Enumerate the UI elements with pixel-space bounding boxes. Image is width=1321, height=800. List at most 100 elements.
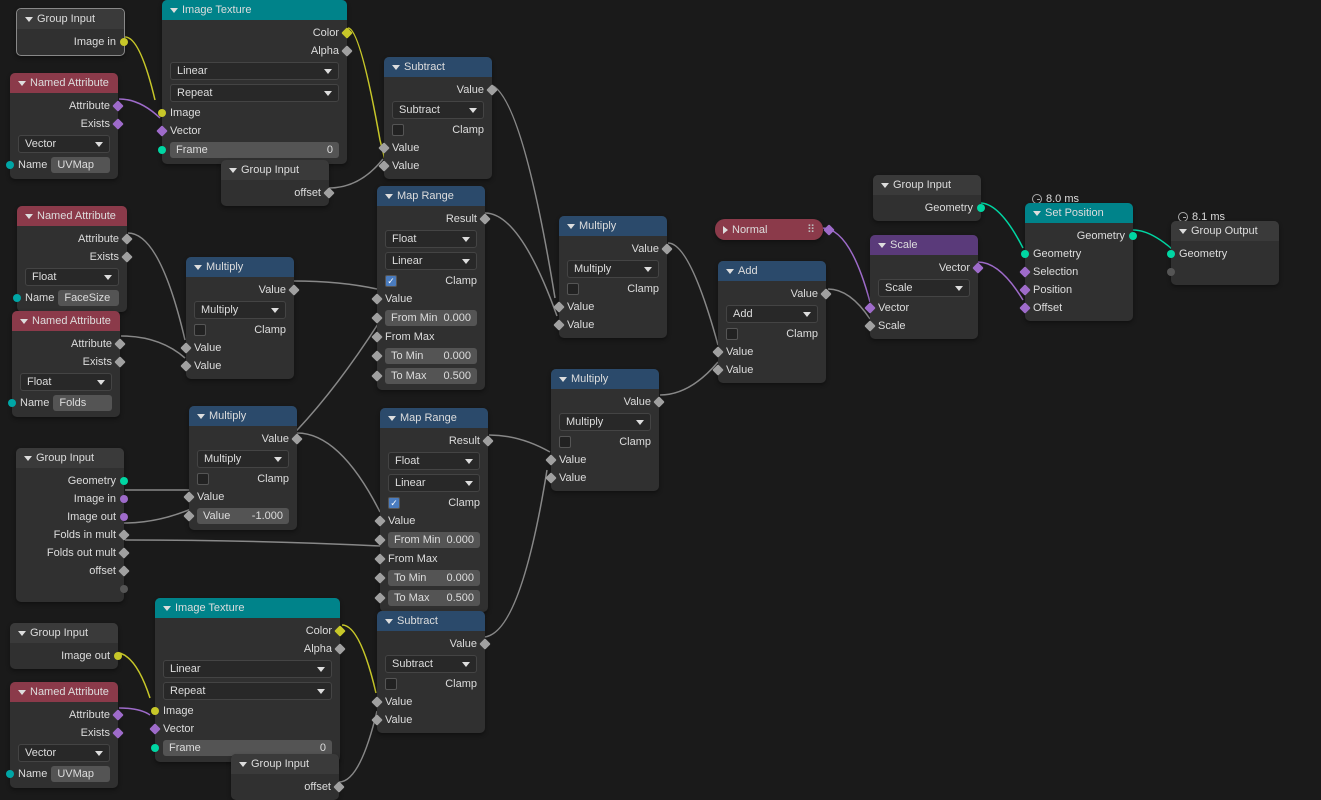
collapse-icon[interactable] <box>385 619 393 624</box>
op-select[interactable]: Multiply <box>567 260 659 278</box>
collapse-icon[interactable] <box>18 631 26 636</box>
node-normal[interactable]: Normal⠿ <box>715 219 823 240</box>
node-header[interactable]: Group Input <box>231 754 339 774</box>
name-field[interactable]: UVMap <box>51 157 110 173</box>
output-socket[interactable] <box>977 204 985 212</box>
input-socket[interactable] <box>371 370 382 381</box>
output-socket[interactable] <box>112 709 123 720</box>
node-group-input[interactable]: Group Input Image out <box>10 623 118 669</box>
node-header[interactable]: Multiply <box>186 257 294 277</box>
output-socket[interactable] <box>341 45 352 56</box>
collapse-icon[interactable] <box>1179 229 1187 234</box>
output-socket[interactable] <box>1129 232 1137 240</box>
dtype-select[interactable]: Float <box>385 230 477 248</box>
input-socket[interactable] <box>371 293 382 304</box>
node-set-position[interactable]: Set Position Geometry Geometry Selection… <box>1025 203 1133 321</box>
node-header[interactable]: Group Input <box>873 175 981 195</box>
output-socket[interactable] <box>479 213 490 224</box>
node-header[interactable]: Map Range <box>377 186 485 206</box>
node-math-multiply[interactable]: Multiply Value Multiply Clamp Value Valu… <box>551 369 659 491</box>
input-socket[interactable] <box>158 109 166 117</box>
itype-select[interactable]: Linear <box>388 474 480 492</box>
node-header[interactable]: Group Input <box>17 9 124 29</box>
output-socket[interactable] <box>118 529 129 540</box>
node-group-input[interactable]: Group Input Image in <box>16 8 125 56</box>
node-group-input[interactable]: Group Input Geometry Image in Image out … <box>16 448 124 602</box>
op-select[interactable]: Multiply <box>559 413 651 431</box>
input-socket[interactable] <box>371 350 382 361</box>
input-socket[interactable] <box>13 294 21 302</box>
output-socket[interactable] <box>112 100 123 111</box>
node-header[interactable]: Scale <box>870 235 978 255</box>
type-select[interactable]: Vector <box>18 135 110 153</box>
output-socket[interactable] <box>118 565 129 576</box>
interp-select[interactable]: Linear <box>163 660 332 678</box>
node-group-input[interactable]: Group Input offset <box>221 160 329 206</box>
input-socket[interactable] <box>180 360 191 371</box>
collapse-icon[interactable] <box>25 17 33 22</box>
value-field[interactable]: Value-1.000 <box>197 508 289 524</box>
clamp-checkbox[interactable] <box>385 275 397 287</box>
from-min-field[interactable]: From Min0.000 <box>385 310 477 326</box>
drag-icon[interactable]: ⠿ <box>807 223 815 236</box>
node-named-attribute[interactable]: Named Attribute Attribute Exists Float N… <box>12 311 120 417</box>
node-math-multiply[interactable]: Multiply Value Multiply Clamp Value Valu… <box>189 406 297 530</box>
op-select[interactable]: Multiply <box>194 301 286 319</box>
clamp-checkbox[interactable] <box>567 283 579 295</box>
type-select[interactable]: Float <box>20 373 112 391</box>
output-socket[interactable] <box>114 338 125 349</box>
input-socket[interactable] <box>378 160 389 171</box>
name-field[interactable]: UVMap <box>51 766 110 782</box>
input-socket[interactable] <box>1019 302 1030 313</box>
input-socket[interactable] <box>371 714 382 725</box>
collapse-icon[interactable] <box>726 269 734 274</box>
output-socket[interactable] <box>112 727 123 738</box>
from-min-field[interactable]: From Min0.000 <box>388 532 480 548</box>
dtype-select[interactable]: Float <box>388 452 480 470</box>
node-math-subtract[interactable]: Subtract Value Subtract Clamp Value Valu… <box>384 57 492 179</box>
input-socket[interactable] <box>151 707 159 715</box>
output-socket[interactable] <box>479 638 490 649</box>
op-select[interactable]: Scale <box>878 279 970 297</box>
node-header[interactable]: Map Range <box>380 408 488 428</box>
input-socket[interactable] <box>374 534 385 545</box>
output-socket[interactable] <box>118 547 129 558</box>
node-header[interactable]: Normal⠿ <box>715 219 823 240</box>
input-socket[interactable] <box>1019 284 1030 295</box>
input-socket[interactable] <box>6 770 14 778</box>
input-socket[interactable] <box>180 342 191 353</box>
node-header[interactable]: Named Attribute <box>12 311 120 331</box>
input-socket[interactable] <box>545 472 556 483</box>
collapse-icon[interactable] <box>392 65 400 70</box>
collapse-icon[interactable] <box>18 690 26 695</box>
collapse-icon[interactable] <box>20 319 28 324</box>
output-socket[interactable] <box>120 513 128 521</box>
clamp-checkbox[interactable] <box>559 436 571 448</box>
node-map-range[interactable]: Map Range Result Float Linear Clamp Valu… <box>380 408 488 612</box>
collapse-icon[interactable] <box>1033 211 1041 216</box>
ext-select[interactable]: Repeat <box>163 682 332 700</box>
node-named-attribute[interactable]: Named Attribute Attribute Exists Float N… <box>17 206 127 312</box>
to-min-field[interactable]: To Min0.000 <box>388 570 480 586</box>
type-select[interactable]: Float <box>25 268 119 286</box>
node-vector-scale[interactable]: Scale Vector Scale Vector Scale <box>870 235 978 339</box>
output-socket[interactable] <box>121 251 132 262</box>
input-socket[interactable] <box>1021 250 1029 258</box>
output-socket[interactable] <box>333 781 344 792</box>
input-socket[interactable] <box>545 454 556 465</box>
output-socket[interactable] <box>653 396 664 407</box>
node-named-attribute[interactable]: Named Attribute Attribute Exists Vector … <box>10 73 118 179</box>
input-socket[interactable] <box>156 125 167 136</box>
op-select[interactable]: Subtract <box>385 655 477 673</box>
output-socket[interactable] <box>120 585 128 593</box>
output-socket[interactable] <box>323 187 334 198</box>
node-group-input[interactable]: Group Input Geometry <box>873 175 981 221</box>
output-socket[interactable] <box>112 118 123 129</box>
node-header[interactable]: Set Position <box>1025 203 1133 223</box>
input-socket[interactable] <box>378 142 389 153</box>
collapse-icon[interactable] <box>239 762 247 767</box>
collapse-icon[interactable] <box>385 194 393 199</box>
collapse-icon[interactable] <box>18 81 26 86</box>
collapse-icon[interactable] <box>24 456 32 461</box>
op-select[interactable]: Subtract <box>392 101 484 119</box>
